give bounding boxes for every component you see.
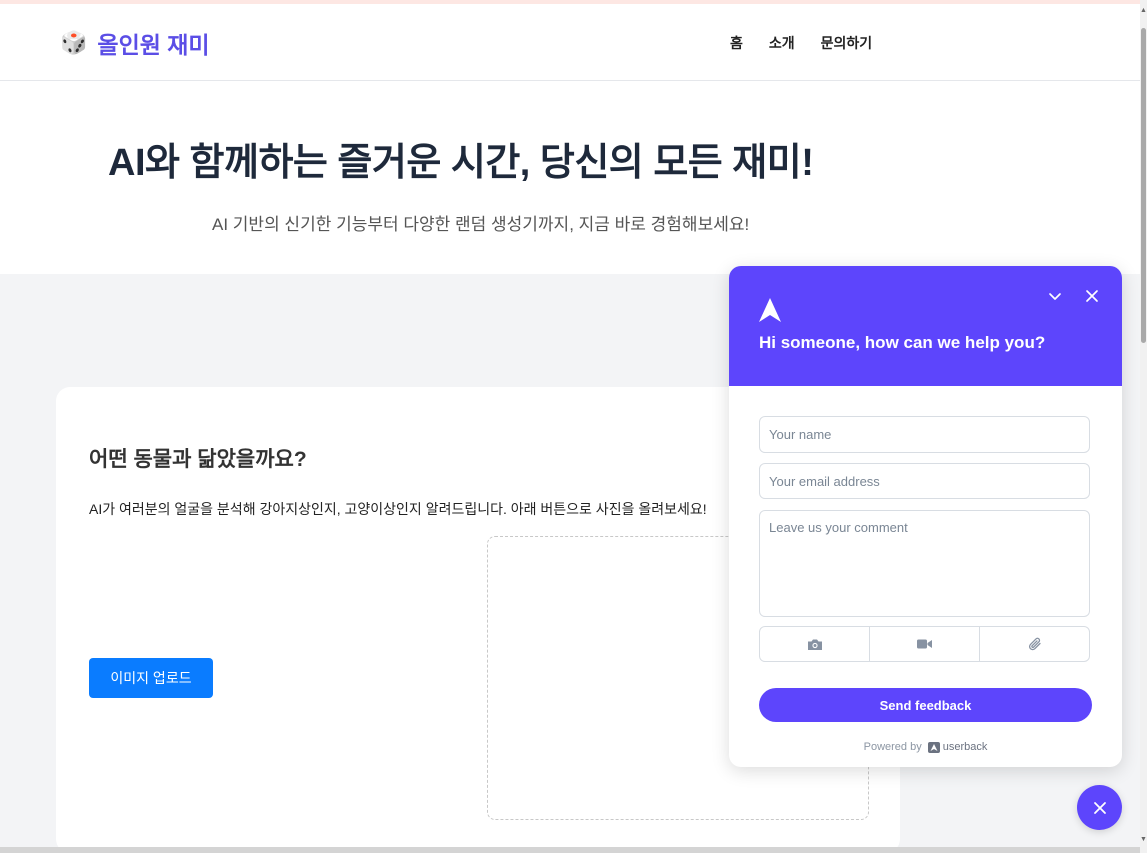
scrollbar-thumb[interactable] bbox=[1141, 28, 1146, 343]
main-nav: 홈 소개 문의하기 bbox=[730, 33, 872, 53]
close-icon[interactable] bbox=[1084, 288, 1100, 304]
userback-brand-link[interactable]: userback bbox=[927, 741, 988, 753]
feedback-widget-title: Hi someone, how can we help you? bbox=[759, 333, 1046, 352]
attachment-toolbar bbox=[759, 626, 1090, 662]
dice-icon: 🎲 bbox=[60, 30, 88, 55]
upload-image-button[interactable]: 이미지 업로드 bbox=[89, 658, 213, 698]
minimize-chevron-icon[interactable] bbox=[1047, 288, 1063, 304]
hero-title: AI와 함께하는 즐거운 시간, 당신의 모든 재미! bbox=[108, 142, 814, 184]
powered-by: Powered by userback bbox=[729, 741, 1122, 753]
logo-text: 올인원 재미 bbox=[97, 32, 210, 58]
card-title: 어떤 동물과 닮았을까요? bbox=[89, 448, 307, 471]
video-record-button[interactable] bbox=[870, 627, 980, 661]
feedback-launcher-button[interactable] bbox=[1077, 785, 1122, 830]
close-icon bbox=[1093, 801, 1106, 814]
paperclip-icon bbox=[1028, 637, 1041, 650]
name-input[interactable] bbox=[759, 416, 1090, 453]
logo[interactable]: 🎲 올인원 재미 bbox=[60, 26, 210, 60]
card-description: AI가 여러분의 얼굴을 분석해 강아지상인지, 고양이상인지 알려드립니다. … bbox=[89, 501, 707, 517]
nav-home[interactable]: 홈 bbox=[730, 33, 743, 53]
scroll-up-arrow-icon[interactable]: ▲ bbox=[1140, 4, 1147, 18]
horizontal-scrollbar[interactable] bbox=[0, 847, 1140, 853]
site-header: 🎲 올인원 재미 홈 소개 문의하기 bbox=[0, 4, 1140, 81]
hero-section: AI와 함께하는 즐거운 시간, 당신의 모든 재미! AI 기반의 신기한 기… bbox=[0, 81, 1140, 274]
powered-by-label: Powered by bbox=[863, 741, 922, 753]
userback-brand-name: userback bbox=[942, 741, 988, 753]
send-feedback-button[interactable]: Send feedback bbox=[759, 688, 1092, 722]
nav-about[interactable]: 소개 bbox=[769, 33, 795, 53]
feedback-widget-header: Hi someone, how can we help you? bbox=[729, 266, 1122, 386]
screenshot-button[interactable] bbox=[760, 627, 870, 661]
userback-logo-icon bbox=[759, 298, 781, 322]
feedback-widget: Hi someone, how can we help you? Send fe… bbox=[729, 266, 1122, 767]
nav-contact[interactable]: 문의하기 bbox=[821, 33, 873, 53]
attach-file-button[interactable] bbox=[980, 627, 1089, 661]
userback-mark-icon bbox=[927, 741, 940, 753]
hero-subtitle: AI 기반의 신기한 기능부터 다양한 랜덤 생성기까지, 지금 바로 경험해보… bbox=[212, 215, 750, 234]
scroll-down-arrow-icon[interactable]: ▼ bbox=[1140, 833, 1147, 847]
video-icon bbox=[917, 639, 932, 649]
comment-textarea[interactable] bbox=[759, 510, 1090, 617]
email-input[interactable] bbox=[759, 463, 1090, 499]
camera-icon bbox=[807, 639, 822, 650]
